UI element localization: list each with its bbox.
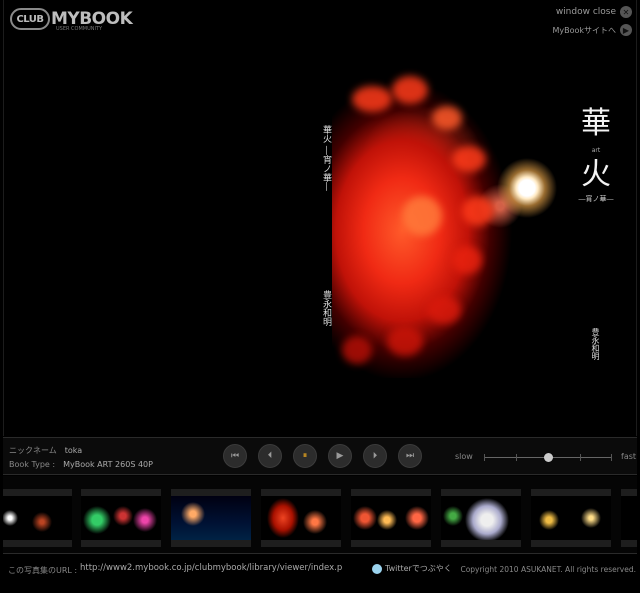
thumbnail[interactable]: [261, 489, 341, 547]
pause-icon: ⏸: [302, 451, 308, 461]
mybook-site-link[interactable]: MyBookサイトへ: [552, 25, 616, 36]
close-icon[interactable]: ✕: [620, 6, 632, 18]
title-subtitle: ―宵ノ華―: [578, 195, 614, 203]
url-label: この写真集のURL :: [8, 566, 78, 575]
logo-sub: USER COMMUNITY: [56, 26, 103, 32]
step-forward-icon: ⏵: [372, 451, 378, 461]
copyright: Copyright 2010 ASUKANET. All rights rese…: [460, 565, 636, 574]
logo-club: CLUB: [10, 8, 50, 30]
title-kanji-1: 華: [581, 106, 611, 141]
booktype-label: Book Type :: [9, 460, 56, 469]
speed-slider-knob[interactable]: [543, 453, 553, 462]
book-info: ニックネーム toka Book Type : MyBook ART 260S 40…: [9, 444, 153, 472]
thumbnail[interactable]: [3, 489, 72, 547]
thumbnail[interactable]: [81, 489, 161, 547]
thumbnail[interactable]: [621, 489, 637, 547]
firework-photo: [332, 66, 564, 378]
last-page-button[interactable]: ⏭: [398, 444, 422, 468]
pause-button[interactable]: ⏸: [293, 444, 317, 468]
thumbnail[interactable]: [441, 489, 521, 547]
prev-page-button[interactable]: ⏴: [258, 444, 282, 468]
booktype-value: MyBook ART 260S 40P: [63, 460, 153, 469]
nickname-label: ニックネーム: [9, 446, 57, 455]
right-page-author: 豊永和明: [591, 328, 600, 360]
playback-buttons: ⏮ ⏴ ⏸ ▶ ⏵ ⏭: [223, 444, 422, 468]
play-button[interactable]: ▶: [328, 444, 352, 468]
control-bar: ニックネーム toka Book Type : MyBook ART 260S 40…: [3, 437, 637, 475]
speed-slider[interactable]: [484, 453, 612, 462]
book-url-field[interactable]: http://www2.mybook.co.jp/clubmybook/libr…: [80, 563, 356, 573]
book-viewer: CLUB MYBOOK USER COMMUNITY window close …: [3, 0, 637, 436]
thumbnail[interactable]: [351, 489, 431, 547]
speed-slow-label: slow: [455, 452, 473, 461]
next-page-button[interactable]: ⏵: [363, 444, 387, 468]
title-kanji-2: 火: [581, 157, 611, 192]
step-back-icon: ⏴: [267, 451, 273, 461]
skip-last-icon: ⏭: [405, 451, 415, 461]
book-title-column: 華 art 火 ―宵ノ華―: [576, 105, 616, 204]
thumbnail[interactable]: [531, 489, 611, 547]
twitter-share-label: Twitterでつぶやく: [385, 564, 452, 573]
twitter-share-button[interactable]: Twitterでつぶやく: [372, 563, 452, 574]
first-page-button[interactable]: ⏮: [223, 444, 247, 468]
twitter-bird-icon: [372, 563, 382, 574]
speed-control: slow fast: [455, 450, 639, 464]
club-mybook-logo[interactable]: CLUB MYBOOK USER COMMUNITY: [10, 6, 133, 32]
window-actions: window close ✕ MyBookサイトへ ▶: [552, 3, 632, 39]
window-close-link[interactable]: window close: [556, 7, 616, 17]
footer: この写真集のURL : http://www2.mybook.co.jp/clu…: [0, 555, 640, 593]
play-icon: ▶: [336, 451, 344, 461]
left-page-author: 豊永和明: [321, 290, 331, 326]
left-page-title: 華火 ―宵ノ華―: [321, 125, 331, 191]
play-arrow-icon[interactable]: ▶: [620, 24, 632, 36]
thumbnail[interactable]: [171, 489, 251, 547]
title-art: art: [591, 147, 601, 154]
skip-first-icon: ⏮: [230, 451, 240, 461]
thumbnail-strip: [3, 476, 637, 554]
speed-fast-label: fast: [621, 452, 637, 461]
nickname-value: toka: [64, 446, 83, 455]
